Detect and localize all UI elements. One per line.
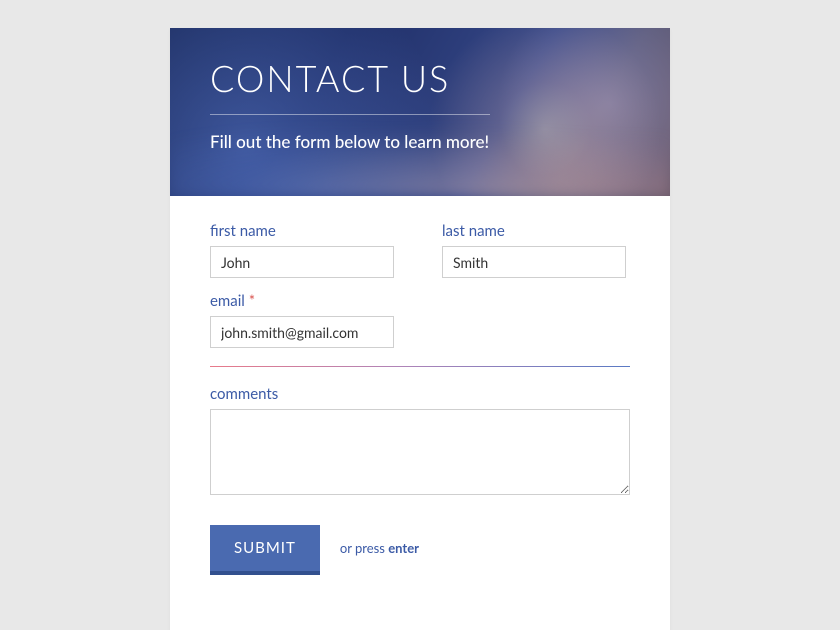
field-spacer bbox=[442, 292, 626, 348]
header: CONTACT US Fill out the form below to le… bbox=[170, 28, 670, 196]
contact-card: CONTACT US Fill out the form below to le… bbox=[170, 28, 670, 630]
section-divider bbox=[210, 366, 630, 367]
page-subtitle: Fill out the form below to learn more! bbox=[210, 131, 630, 152]
comments-label: comments bbox=[210, 385, 630, 403]
email-input[interactable] bbox=[210, 316, 394, 348]
required-star-icon: * bbox=[249, 292, 255, 310]
field-first-name: first name bbox=[210, 222, 394, 278]
email-label-text: email bbox=[210, 292, 245, 310]
first-name-label: first name bbox=[210, 222, 394, 240]
form-row-email: email * bbox=[210, 292, 630, 348]
field-last-name: last name bbox=[442, 222, 626, 278]
last-name-input[interactable] bbox=[442, 246, 626, 278]
submit-button[interactable]: SUBMIT bbox=[210, 525, 320, 571]
form-row-name: first name last name bbox=[210, 222, 630, 278]
form-actions: SUBMIT or press enter bbox=[210, 525, 630, 571]
first-name-input[interactable] bbox=[210, 246, 394, 278]
last-name-label: last name bbox=[442, 222, 626, 240]
submit-hint: or press enter bbox=[340, 540, 419, 556]
header-divider bbox=[210, 114, 490, 115]
form-body: first name last name email * comments bbox=[170, 196, 670, 601]
field-email: email * bbox=[210, 292, 394, 348]
comments-textarea[interactable] bbox=[210, 409, 630, 495]
page-title: CONTACT US bbox=[210, 56, 630, 100]
field-comments: comments bbox=[210, 385, 630, 499]
hint-key: enter bbox=[388, 540, 419, 556]
email-label: email * bbox=[210, 292, 394, 310]
hint-prefix: or press bbox=[340, 540, 388, 556]
